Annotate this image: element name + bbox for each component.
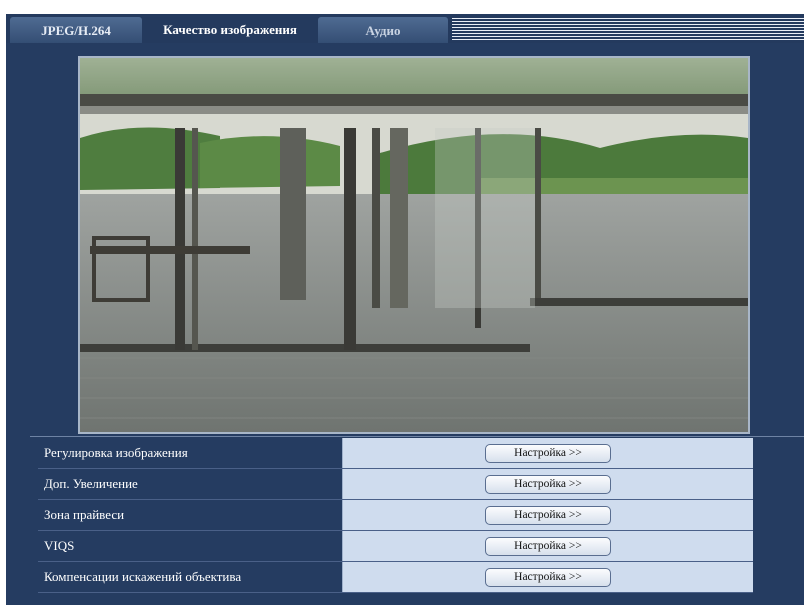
- setting-label-viqs: VIQS: [38, 531, 342, 561]
- setting-value-cell: Настройка >>: [342, 562, 753, 592]
- setting-label-extra-zoom: Доп. Увеличение: [38, 469, 342, 499]
- setting-value-cell: Настройка >>: [342, 469, 753, 499]
- table-row: Доп. Увеличение Настройка >>: [38, 469, 753, 500]
- table-row: Компенсации искажений объектива Настройк…: [38, 562, 753, 593]
- setting-label-lens-distortion: Компенсации искажений объектива: [38, 562, 342, 592]
- tab-audio[interactable]: Аудио: [318, 17, 448, 43]
- tab-bar-stripes: [452, 16, 804, 42]
- tab-bar: JPEG/H.264 Качество изображения Аудио: [6, 14, 804, 43]
- setting-label-image-adjust: Регулировка изображения: [38, 438, 342, 468]
- setting-value-cell: Настройка >>: [342, 500, 753, 530]
- setting-label-privacy-zone: Зона прайвеси: [38, 500, 342, 530]
- tab-image-quality[interactable]: Качество изображения: [146, 14, 314, 43]
- image-adjust-setup-button[interactable]: Настройка >>: [485, 443, 611, 463]
- table-row: Зона прайвеси Настройка >>: [38, 500, 753, 531]
- viqs-setup-button[interactable]: Настройка >>: [485, 536, 611, 556]
- lens-distortion-setup-button[interactable]: Настройка >>: [485, 567, 611, 587]
- setting-value-cell: Настройка >>: [342, 438, 753, 468]
- privacy-zone-setup-button[interactable]: Настройка >>: [485, 505, 611, 525]
- main-panel: Регулировка изображения Настройка >> Доп…: [6, 43, 804, 605]
- table-row: VIQS Настройка >>: [38, 531, 753, 562]
- table-row: Регулировка изображения Настройка >>: [38, 438, 753, 469]
- tab-jpeg-h264[interactable]: JPEG/H.264: [10, 17, 142, 43]
- extra-zoom-setup-button[interactable]: Настройка >>: [485, 474, 611, 494]
- setting-value-cell: Настройка >>: [342, 531, 753, 561]
- camera-preview-image: [78, 56, 750, 434]
- divider: [30, 436, 804, 437]
- settings-table: Регулировка изображения Настройка >> Доп…: [38, 438, 753, 593]
